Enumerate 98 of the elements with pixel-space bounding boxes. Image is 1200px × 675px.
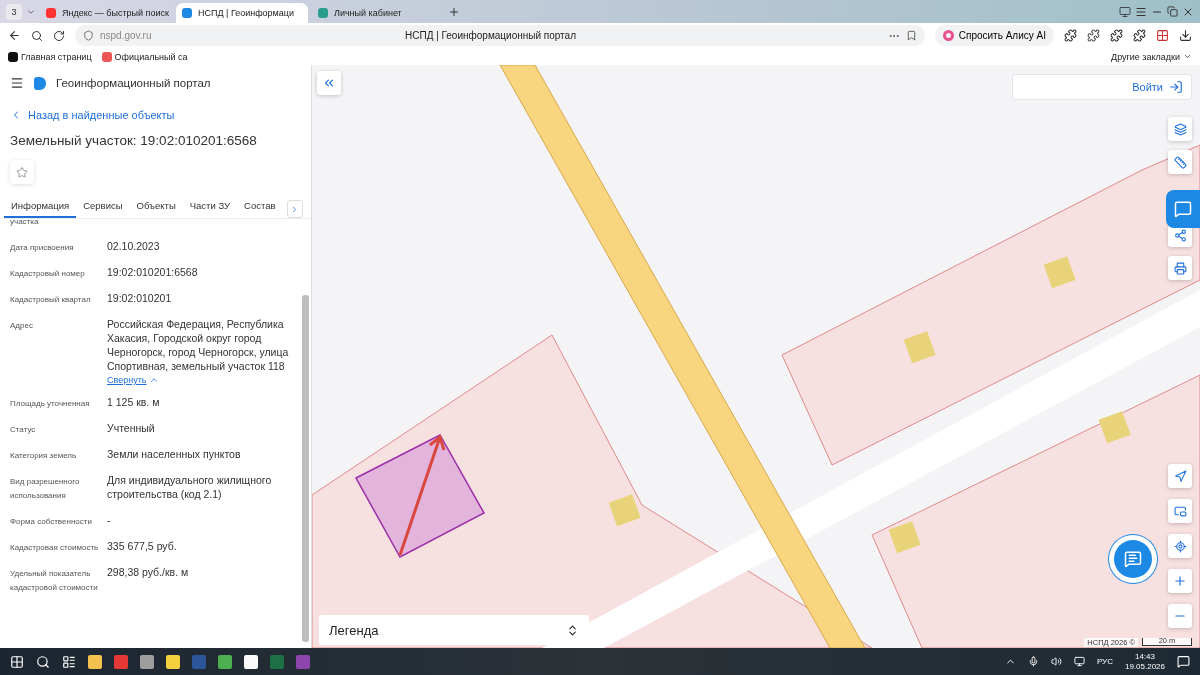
crosshair-icon <box>1173 539 1187 553</box>
bookmark-link[interactable]: Официальный са <box>101 51 188 62</box>
navigation-arrow-icon <box>1173 469 1187 483</box>
logo-icon <box>34 76 46 90</box>
portal-name: Геоинформационный портал <box>56 77 211 89</box>
back-link[interactable]: Назад в найденные объекты <box>0 101 311 125</box>
address-field[interactable]: nspd.gov.ru НСПД | Геоинформационный портал <box>75 25 925 46</box>
bookmark-icon <box>905 30 917 41</box>
panel-tab[interactable]: Объекты <box>129 196 183 218</box>
zoom-in-button[interactable] <box>1168 569 1192 593</box>
menu-icon <box>10 76 24 90</box>
favicon-icon <box>318 8 328 18</box>
share-icon <box>1173 228 1187 242</box>
field-value: Земли населенных пунктов <box>107 447 242 461</box>
star-icon <box>16 165 28 179</box>
other-bookmarks[interactable]: Другие закладки <box>1111 51 1192 62</box>
field-label: Дата присвоения <box>10 242 75 254</box>
browser-tab[interactable]: Яндекс — быстрый поиск <box>40 3 172 23</box>
field-value: Для индивидуального жилищного строительства (код 2.1) <box>107 473 273 501</box>
language-indicator[interactable]: РУС <box>1096 657 1113 666</box>
field-label: Площадь уточненная <box>10 398 91 410</box>
search-icon <box>36 654 50 669</box>
locate-button[interactable] <box>1168 464 1192 488</box>
field-value: Российская Федерация, Республика Хакасия, Городской округ город Черногорск, город Черногорск, улица Спортивная, земельный участок 118 <box>107 317 290 373</box>
layers-button[interactable] <box>1168 117 1192 141</box>
favicon-icon <box>182 8 192 18</box>
download-icon <box>1179 29 1192 42</box>
browser-tab[interactable]: НСПД | Геоинформаци <box>176 3 308 23</box>
panel-tab[interactable]: Сервисы <box>76 196 130 218</box>
extension-icon <box>1110 29 1123 42</box>
chevron-down-icon <box>1183 52 1192 61</box>
collapse-link[interactable]: Свернуть <box>107 375 292 385</box>
up-down-chevron-icon <box>566 623 579 637</box>
restore-icon <box>1167 6 1178 17</box>
chevron-up-icon <box>149 375 160 385</box>
field-label: Кадастровый квартал <box>10 294 92 306</box>
panel-tab[interactable]: Части ЗУ <box>182 196 238 218</box>
collapse-panel-button[interactable] <box>317 71 341 95</box>
picture-in-picture-icon <box>1173 504 1187 518</box>
tab-counter[interactable]: 3 <box>6 3 22 20</box>
field-value: - <box>107 513 112 527</box>
login-icon <box>1169 80 1183 94</box>
browser-tab[interactable]: Личный кабинет <box>312 3 444 23</box>
field-label: Адрес <box>10 320 34 332</box>
field-label: Статус <box>10 424 37 436</box>
reload-icon <box>53 29 65 42</box>
field-label: Удельный показатель кадастровой стоимости <box>10 568 99 594</box>
clock-time: 14:43 <box>1134 651 1155 662</box>
field-label: участка <box>10 219 40 228</box>
field-value: 19:02:010201:6568 <box>107 265 199 279</box>
clock-date: 19.05.2026 <box>1124 661 1165 672</box>
field-label: Вид разрешенного использования <box>10 476 81 502</box>
task-view-icon <box>62 654 76 669</box>
legend-dropdown[interactable]: Легенда <box>319 615 589 645</box>
chat-icon <box>1124 550 1142 568</box>
plus-icon <box>1173 574 1187 588</box>
layers-icon <box>1173 122 1187 136</box>
field-value: Учтенный <box>107 421 156 435</box>
field-label: Кадастровая стоимость <box>10 542 100 554</box>
bookmark-link[interactable]: Главная страниц <box>8 51 92 62</box>
field-value: 335 677,5 руб. <box>107 539 178 553</box>
plus-icon <box>448 5 460 18</box>
extension-icon <box>1087 29 1100 42</box>
minimap-button[interactable] <box>1168 499 1192 523</box>
notification-icon <box>1177 655 1190 668</box>
field-value: 298,38 руб./кв. м <box>107 565 190 579</box>
feedback-widget[interactable] <box>1166 190 1200 228</box>
chevrons-left-icon <box>322 76 336 90</box>
menu-icon <box>1135 5 1147 18</box>
back-icon <box>8 29 21 42</box>
speech-bubble-icon <box>1174 200 1192 218</box>
alice-button[interactable]: Спросить Алису AI <box>934 25 1054 46</box>
field-label: Категория земель <box>10 450 78 462</box>
field-label: Кадастровый номер <box>10 268 86 280</box>
grid-icon <box>1156 29 1169 42</box>
field-value: 02.10.2023 <box>107 239 161 253</box>
extension-icon <box>1133 29 1146 42</box>
panel-tab[interactable]: Состав <box>237 196 283 218</box>
search-location-button[interactable] <box>1168 534 1192 558</box>
login-button[interactable]: Войти <box>1012 74 1192 100</box>
zoom-out-button[interactable] <box>1168 604 1192 628</box>
field-value: 19:02:010201 <box>107 291 173 305</box>
microphone-icon <box>1027 656 1039 667</box>
shield-icon <box>83 30 94 41</box>
panel-tab[interactable]: Информация <box>4 196 77 218</box>
favicon-icon <box>46 8 56 18</box>
print-button[interactable] <box>1168 256 1192 280</box>
printer-icon <box>1173 261 1187 275</box>
favorite-button[interactable] <box>10 160 34 184</box>
scrollbar-thumb[interactable] <box>302 295 309 642</box>
volume-icon <box>1050 656 1062 667</box>
ruler-button[interactable] <box>1168 150 1192 174</box>
ruler-icon <box>1173 155 1187 169</box>
field-label: Форма собственности <box>10 516 93 528</box>
field-value: 1 125 кв. м <box>107 395 161 409</box>
windows-start-icon <box>10 654 24 669</box>
object-title: Земельный участок: 19:02:010201:6568 <box>9 132 258 150</box>
extension-icon <box>1064 29 1077 42</box>
